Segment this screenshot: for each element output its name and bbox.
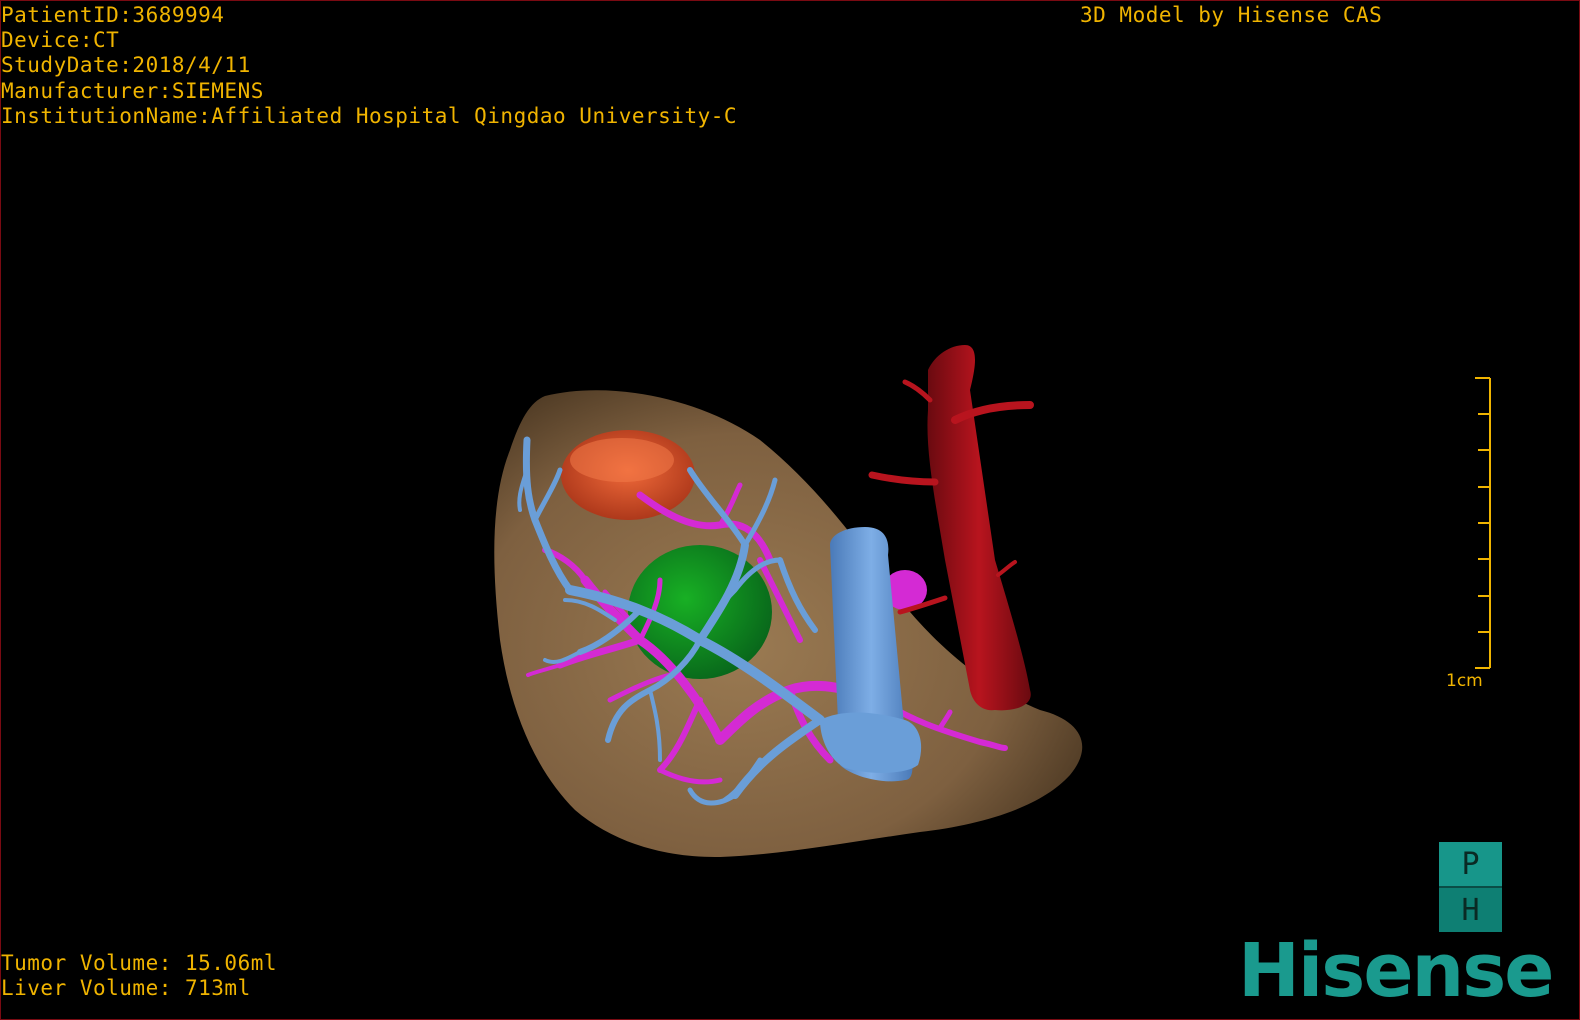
volume-overlay: Tumor Volume: 15.06ml Liver Volume: 713ml	[1, 951, 277, 1001]
liver-volume-text: Liver Volume: 713ml	[1, 976, 251, 1001]
orientation-bottom-label: H	[1439, 886, 1502, 932]
gallbladder-model[interactable]	[561, 430, 695, 520]
3d-model-viewport[interactable]	[0, 0, 1580, 1020]
scale-label: 1cm	[1446, 671, 1483, 691]
institution-text: InstitutionName:Affiliated Hospital Qing…	[1, 103, 738, 128]
manufacturer-text: Manufacturer:SIEMENS	[1, 78, 264, 103]
orientation-indicator[interactable]: P H	[1439, 842, 1502, 932]
patient-id-text: PatientID:3689994	[1, 3, 225, 27]
hisense-logo: Hisense	[1238, 928, 1554, 1014]
orientation-top-label: P	[1439, 842, 1502, 886]
scale-bar	[1475, 377, 1491, 669]
device-text: Device:CT	[1, 28, 120, 53]
study-info-overlay: PatientID:3689994 Device:CT StudyDate:2018…	[1, 3, 737, 129]
study-date-text: StudyDate:2018/4/11	[1, 53, 251, 78]
model-title: 3D Model by Hisense CAS	[1080, 3, 1383, 27]
tumor-volume-text: Tumor Volume: 15.06ml	[1, 951, 278, 975]
